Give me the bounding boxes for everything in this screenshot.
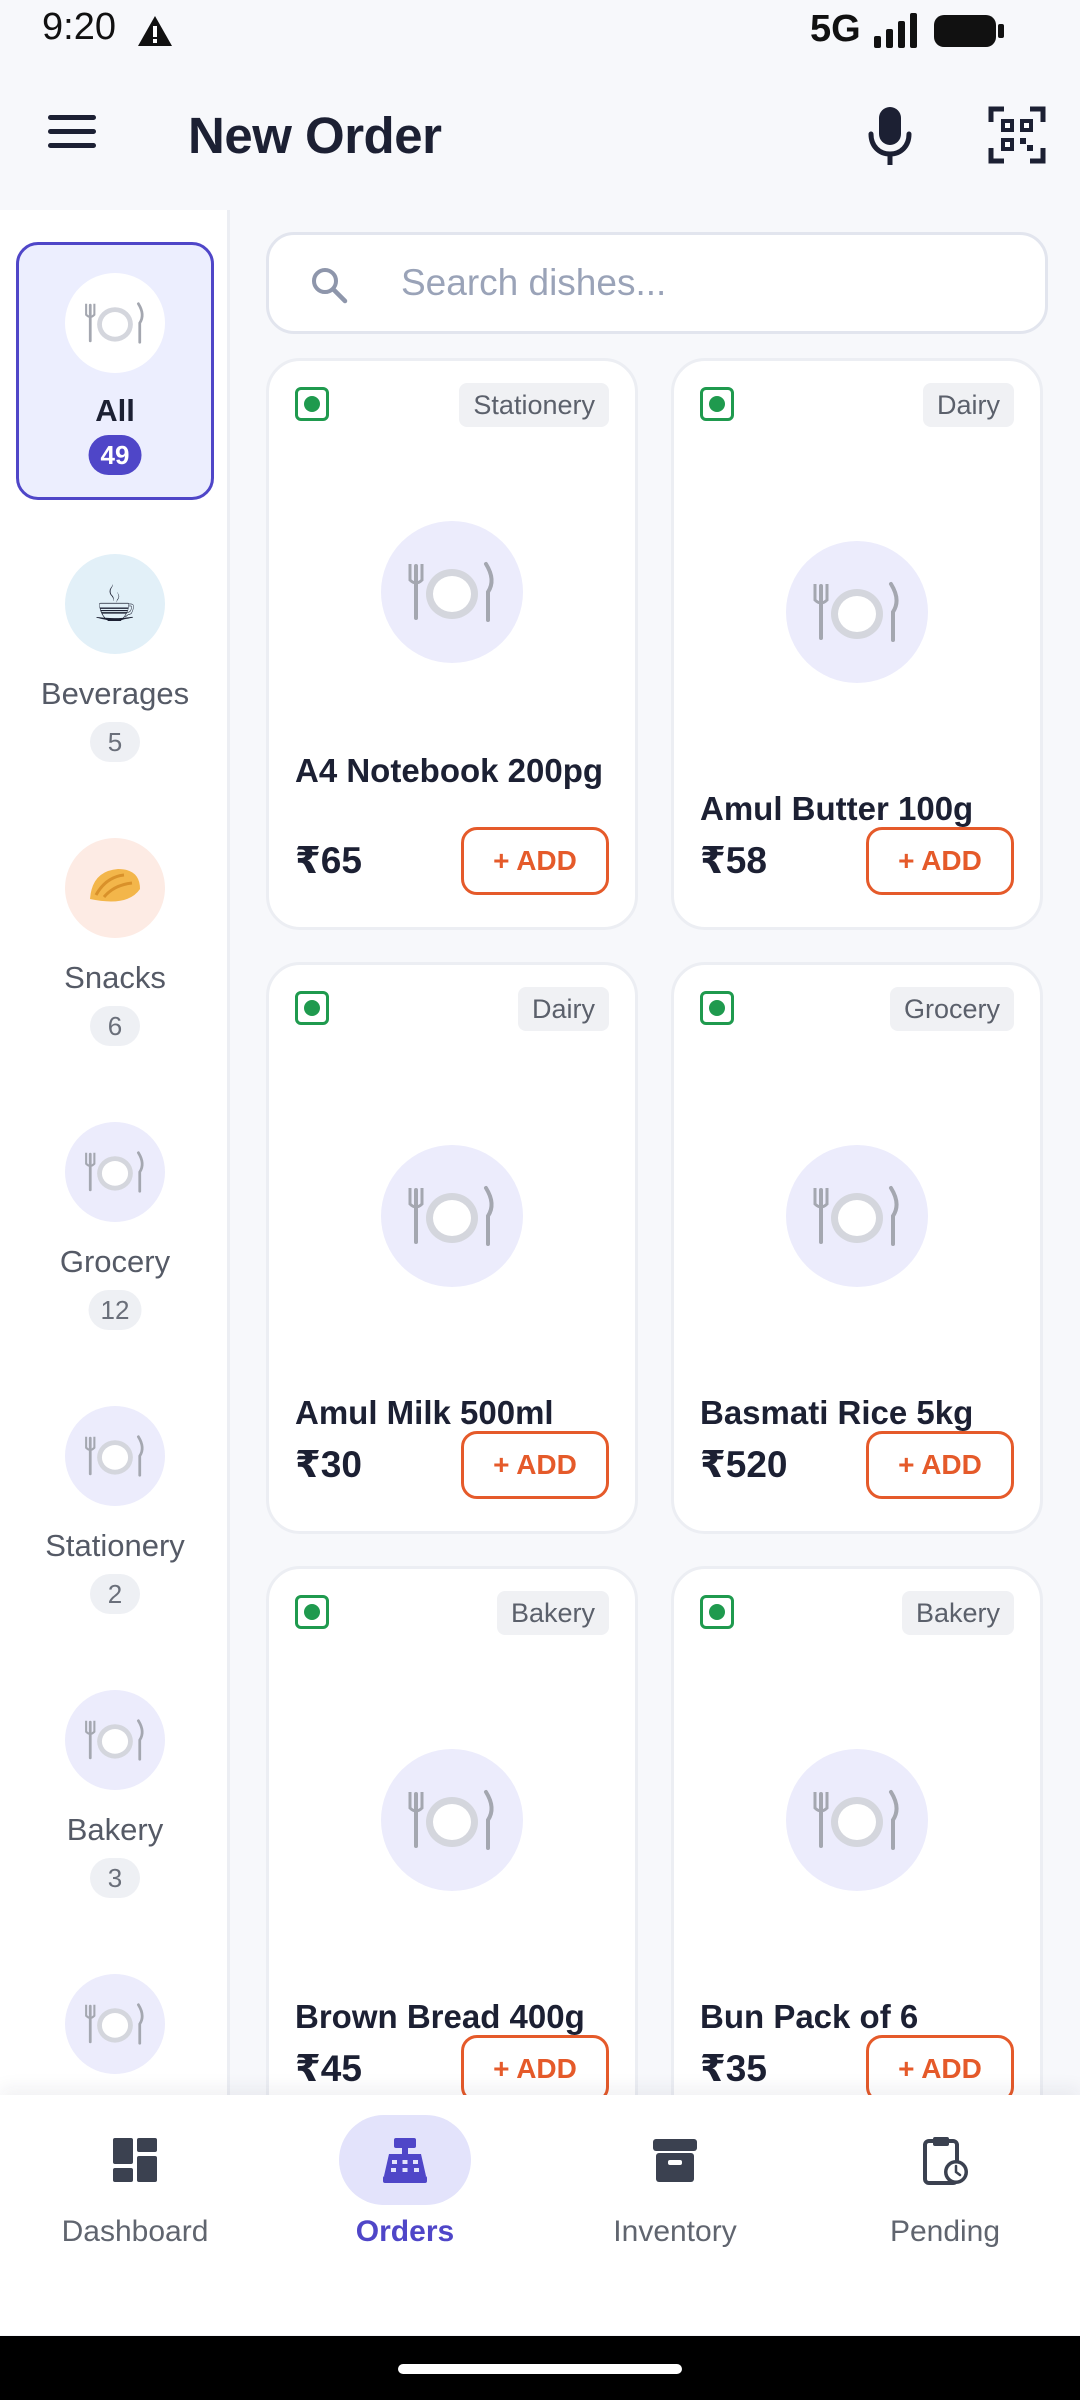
product-category-tag: Dairy [517,987,609,1031]
sidebar-item-label: Grocery [59,1244,171,1279]
add-to-order-button[interactable]: + ADD [866,2035,1014,2095]
product-price: ₹35 [700,2048,767,2089]
category-count-badge: 6 [90,1006,140,1046]
dish-placeholder-icon [786,1749,928,1891]
coffee-cup-icon: ☕ [65,554,165,654]
product-card[interactable]: Dairy Amul Butter 100g ₹58 + ADD [671,358,1043,930]
product-name: Brown Bread 400g [295,1998,585,2035]
product-card[interactable]: Stationery A4 Notebook 200pg ₹65 + ADD [266,358,638,930]
page-title: New Order [188,107,442,164]
sidebar-item-beverages[interactable]: ☕ Beverages 5 [16,526,214,784]
sidebar-item-label: Stationery [45,1528,185,1563]
add-to-order-button[interactable]: + ADD [866,827,1014,895]
sidebar-item-stationery[interactable]: Stationery 2 [16,1378,214,1636]
product-price: ₹65 [295,840,362,881]
product-category-tag: Bakery [901,1591,1014,1635]
category-count-badge: 5 [90,722,140,762]
add-to-order-button[interactable]: + ADD [461,827,609,895]
product-price: ₹30 [295,1444,362,1485]
product-grid[interactable]: Stationery A4 Notebook 200pg ₹65 + ADD D… [230,350,1080,2095]
category-count-badge: 49 [88,435,142,475]
product-name: Amul Butter 100g [700,790,974,827]
nav-label: Orders [355,2215,455,2248]
app-bar: New Order [0,62,1080,210]
sidebar-item-label: All [95,393,135,428]
battery-icon [934,15,1004,47]
dashboard-icon [113,2138,157,2182]
sidebar-item-grocery[interactable]: Grocery 12 [16,1094,214,1352]
veg-indicator-icon [700,991,734,1025]
category-count-badge: 2 [90,1574,140,1614]
product-category-tag: Dairy [922,383,1014,427]
veg-indicator-icon [700,1595,734,1629]
nav-item-pending[interactable]: Pending [810,2095,1080,2335]
dish-placeholder-icon [786,541,928,683]
product-category-tag: Grocery [889,987,1014,1031]
add-to-order-button[interactable]: + ADD [866,1431,1014,1499]
network-type-label: 5G [810,8,861,50]
sidebar-item-label: Beverages [40,676,190,711]
product-card[interactable]: Dairy Amul Milk 500ml ₹30 + ADD [266,962,638,1534]
veg-indicator-icon [295,387,329,421]
add-to-order-button[interactable]: + ADD [461,2035,609,2095]
product-price: ₹45 [295,2048,362,2089]
product-category-tag: Stationery [459,383,609,427]
product-price: ₹58 [700,840,767,881]
signal-strength-icon [874,13,917,48]
search-icon [312,268,348,304]
dish-placeholder-icon [786,1145,928,1287]
qr-scanner-icon[interactable] [988,106,1046,164]
archive-box-icon [653,2139,697,2182]
sidebar-item-bakery[interactable]: Bakery 3 [16,1662,214,1920]
product-name: A4 Notebook 200pg [295,752,604,789]
sidebar-item-partial[interactable] [16,1946,214,2095]
plate-icon [65,1974,165,2074]
product-card[interactable]: Bakery Bun Pack of 6 ₹35 + ADD [671,1566,1043,2095]
status-time: 9:20 [42,6,116,48]
plate-icon [65,1406,165,1506]
dish-placeholder-icon [381,1145,523,1287]
nav-label: Pending [889,2215,1001,2248]
plate-icon [65,1690,165,1790]
home-gesture-handle[interactable] [398,2364,682,2374]
cash-register-icon [383,2138,427,2183]
status-bar: 9:20 5G [0,0,1080,62]
sidebar-item-label: Snacks [64,960,166,995]
veg-indicator-icon [295,991,329,1025]
nav-label: Dashboard [61,2215,209,2248]
category-count-badge: 12 [88,1290,142,1330]
category-sidebar[interactable]: All 49 ☕ Beverages 5 Snacks 6 Grocery 12… [0,210,230,2095]
microphone-icon[interactable] [862,104,918,168]
warning-icon [138,16,172,46]
product-price: ₹520 [700,1444,788,1485]
product-card[interactable]: Grocery Basmati Rice 5kg ₹520 + ADD [671,962,1043,1534]
bottom-navigation: Dashboard Orders Inventory Pending [0,2095,1080,2335]
category-count-badge: 3 [90,1858,140,1898]
nav-item-orders[interactable]: Orders [270,2095,540,2335]
plate-icon [65,273,165,373]
product-name: Basmati Rice 5kg [700,1394,974,1431]
dish-placeholder-icon [381,1749,523,1891]
sidebar-item-label: Bakery [66,1812,164,1847]
search-input[interactable] [401,253,1021,313]
product-name: Amul Milk 500ml [295,1394,554,1431]
product-card[interactable]: Bakery Brown Bread 400g ₹45 + ADD [266,1566,638,2095]
clipboard-clock-icon [923,2137,968,2185]
dumpling-icon [65,838,165,938]
nav-label: Inventory [613,2215,737,2248]
product-category-tag: Bakery [496,1591,609,1635]
hamburger-menu-icon[interactable] [44,112,100,152]
sidebar-item-snacks[interactable]: Snacks 6 [16,810,214,1068]
veg-indicator-icon [295,1595,329,1629]
plate-icon [65,1122,165,1222]
nav-item-dashboard[interactable]: Dashboard [0,2095,270,2335]
veg-indicator-icon [700,387,734,421]
search-box[interactable] [266,232,1048,334]
system-gesture-bar [0,2336,1080,2400]
nav-item-inventory[interactable]: Inventory [540,2095,810,2335]
add-to-order-button[interactable]: + ADD [461,1431,609,1499]
sidebar-item-all[interactable]: All 49 [16,242,214,500]
dish-placeholder-icon [381,521,523,663]
product-name: Bun Pack of 6 [700,1998,919,2035]
